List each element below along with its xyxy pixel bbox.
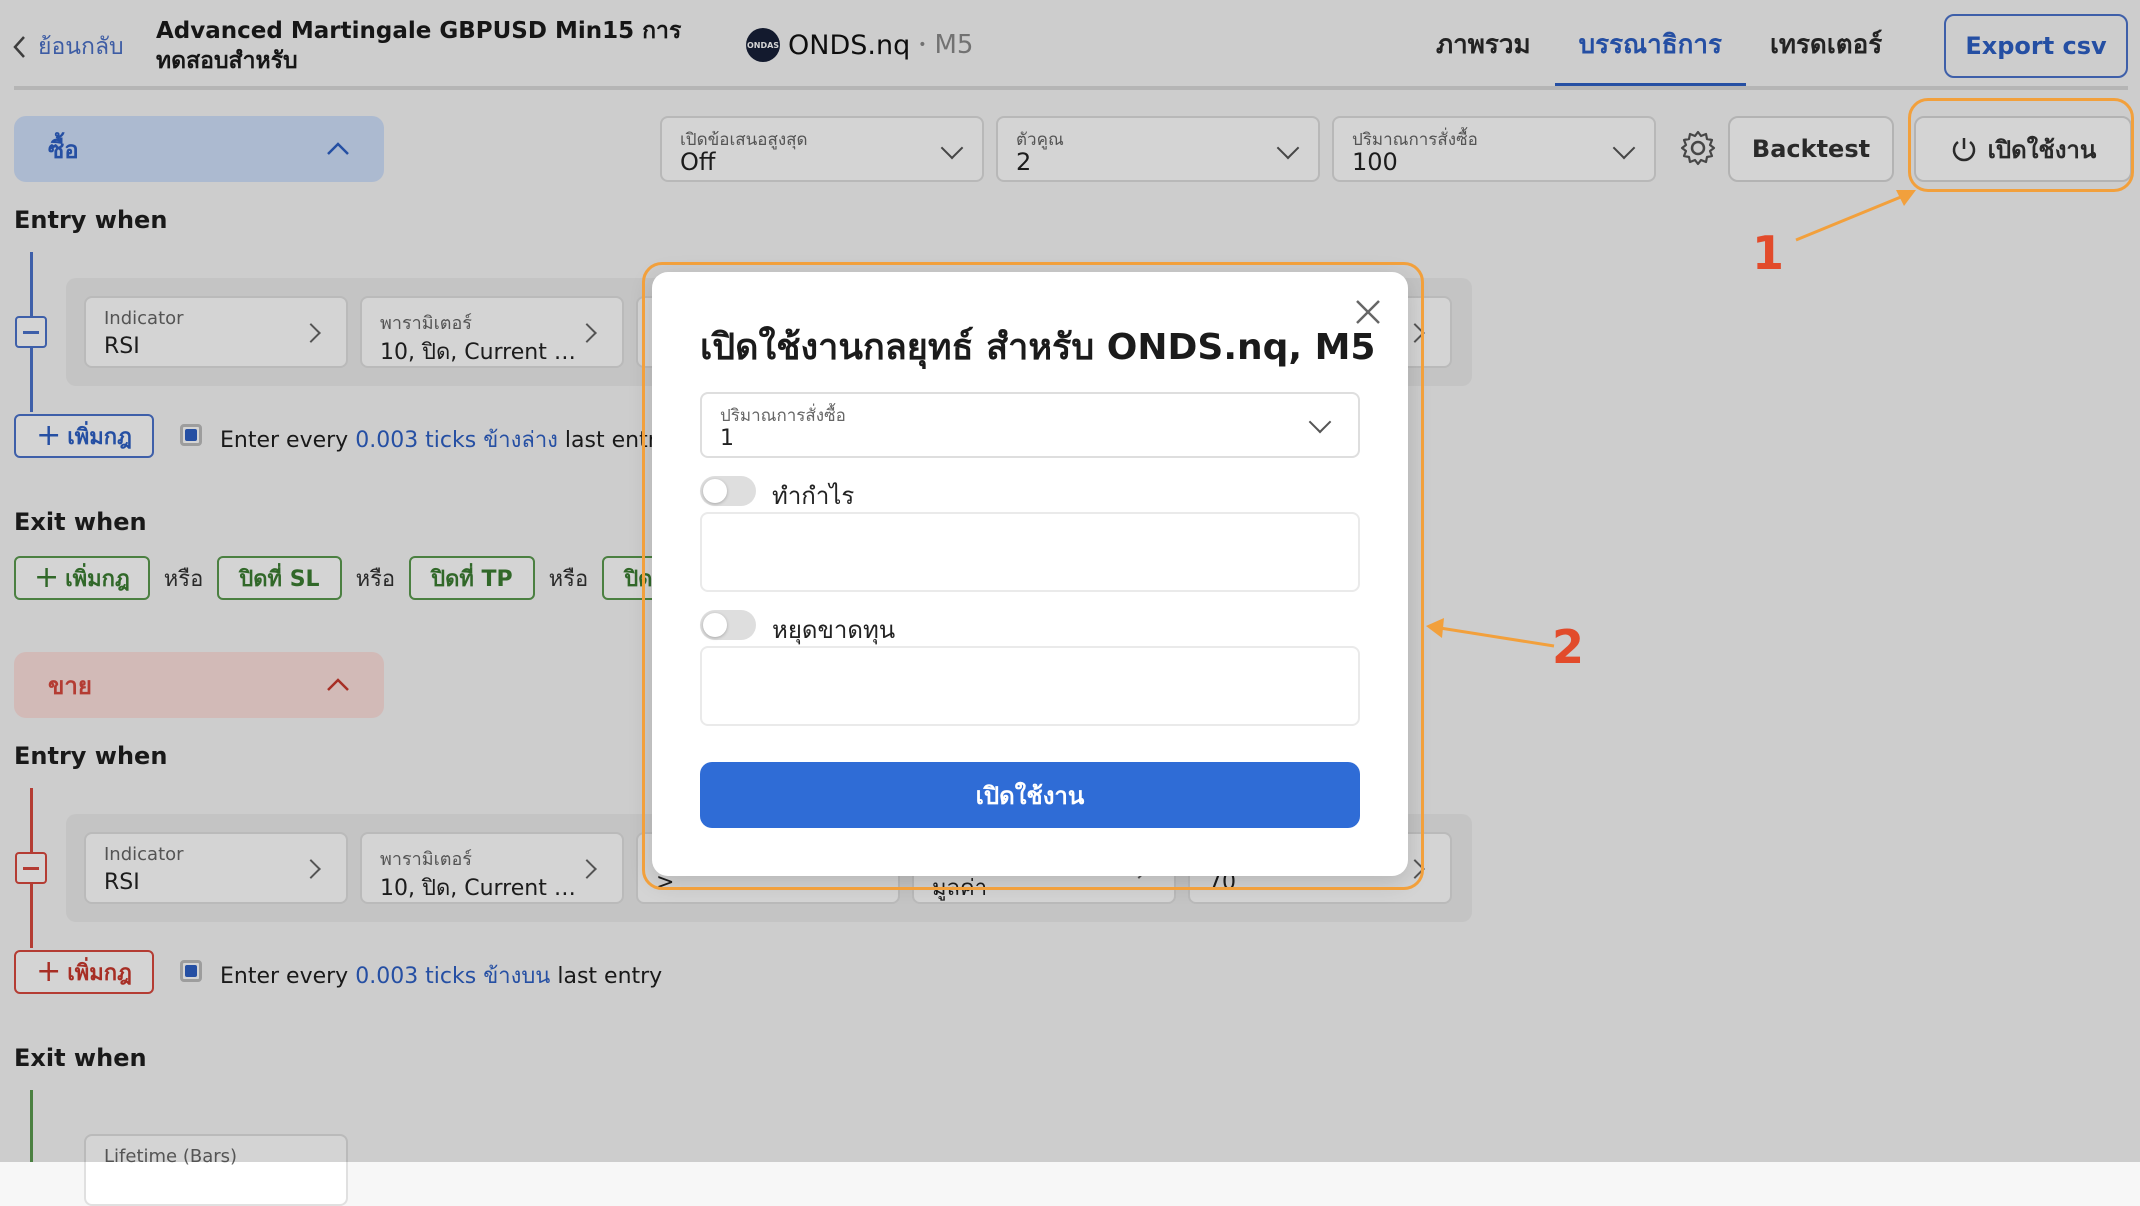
arrow-annotation-2 [1426,618,1555,648]
annotation-2: 2 [1552,620,1585,674]
highlight-box-activate [1908,98,2134,192]
annotation-1: 1 [1752,226,1785,280]
arrow-annotation-1 [1795,190,1916,242]
highlight-box-dialog [642,262,1424,890]
